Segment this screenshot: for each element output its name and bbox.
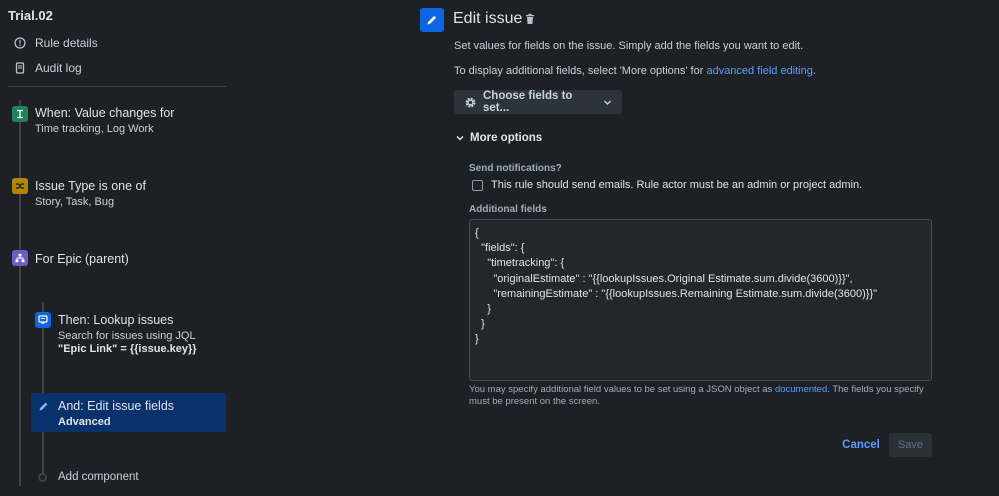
step-condition-title: Issue Type is one of [35,179,146,193]
sidebar: Trial.02 Rule details Audit log When: Va… [0,0,240,496]
trigger-icon [12,106,28,122]
choose-fields-button[interactable]: Choose fields to set... [454,90,622,114]
rule-details-link[interactable]: Rule details [14,36,98,50]
choose-fields-label: Choose fields to set... [483,90,573,114]
audit-log-label: Audit log [35,61,82,75]
step-edit-sub: Advanced [58,416,111,428]
display-suffix: . [812,65,816,77]
save-button[interactable]: Save [889,433,932,457]
step-trigger-sub: Time tracking, Log Work [35,123,154,135]
rule-details-label: Rule details [35,36,98,50]
add-component-label: Add component [58,471,139,483]
add-component-dot [38,473,47,482]
display-prefix: To display additional fields, select 'Mo… [454,65,707,77]
rule-name: Trial.02 [8,8,53,23]
edit-icon [420,8,444,32]
step-lookup-title: Then: Lookup issues [58,313,174,327]
additional-fields-label: Additional fields [469,204,547,215]
gear-icon [464,96,477,109]
step-edit-title: And: Edit issue fields [58,399,175,413]
send-emails-row: This rule should send emails. Rule actor… [472,179,862,191]
additional-fields-textarea[interactable]: { "fields": { "timetracking": { "origina… [469,219,932,381]
more-options-toggle[interactable]: More options [456,132,542,144]
chevron-down-icon [456,134,464,142]
document-icon [14,62,26,74]
step-lookup[interactable]: Then: Lookup issues Search for issues us… [0,306,226,358]
add-component[interactable]: Add component [55,470,175,486]
description: Set values for fields on the issue. Simp… [454,40,804,52]
shuffle-icon [12,178,28,194]
step-trigger-title: When: Value changes for [35,106,175,120]
step-lookup-jql: "Epic Link" = {{issue.key}} [58,343,197,355]
documented-link[interactable]: documented [775,384,827,395]
help-prefix: You may specify additional field values … [469,384,775,395]
advanced-field-editing-link[interactable]: advanced field editing [706,65,812,77]
page-title: Edit issue [453,10,523,27]
pencil-icon [35,398,51,414]
step-edit[interactable]: And: Edit issue fields Advanced [31,393,226,432]
more-options-label: More options [470,132,543,144]
step-condition[interactable]: Issue Type is one of Story, Task, Bug [0,173,226,213]
display-instructions: To display additional fields, select 'Mo… [454,65,816,77]
step-branch-title: For Epic (parent) [35,252,129,266]
send-notifications-label: Send notifications? [469,163,562,174]
step-branch[interactable]: For Epic (parent) [0,246,226,272]
help-text: You may specify additional field values … [469,384,939,408]
audit-log-link[interactable]: Audit log [14,61,82,75]
lookup-icon [35,312,51,328]
step-trigger[interactable]: When: Value changes for Time tracking, L… [0,100,226,140]
chevron-down-icon [603,98,612,107]
timeline-line [19,100,21,486]
divider [8,86,226,87]
send-emails-checkbox[interactable] [472,179,483,191]
send-emails-text: This rule should send emails. Rule actor… [491,179,863,191]
hierarchy-icon [12,250,28,266]
trash-icon[interactable] [524,13,536,25]
info-icon [14,37,26,49]
cancel-button[interactable]: Cancel [838,433,884,457]
step-lookup-sub: Search for issues using JQL [58,330,196,342]
step-condition-sub: Story, Task, Bug [35,196,115,208]
